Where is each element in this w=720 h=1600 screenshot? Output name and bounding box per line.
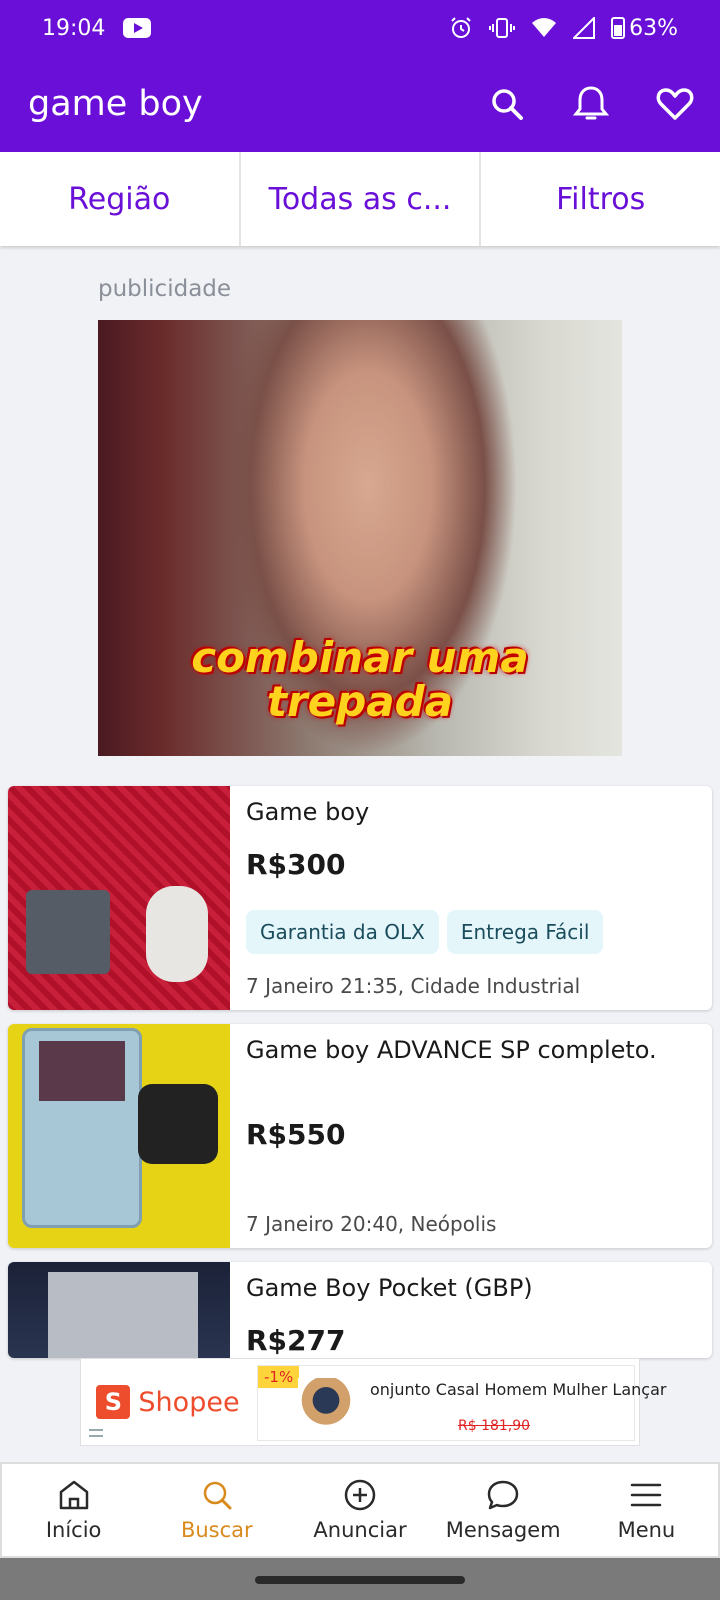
listing-thumbnail xyxy=(8,786,230,1010)
youtube-icon xyxy=(123,18,152,38)
discount-badge: -1% xyxy=(258,1366,300,1388)
nav-menu[interactable]: Menu xyxy=(575,1464,718,1556)
shopee-bag-icon: S xyxy=(96,1385,131,1419)
easy-delivery-badge: Entrega Fácil xyxy=(446,910,604,954)
ad-caption: combinar uma trepada xyxy=(191,633,529,726)
nav-home-label: Início xyxy=(45,1518,102,1542)
region-filter[interactable]: Região xyxy=(0,152,241,246)
nav-menu-label: Menu xyxy=(617,1518,676,1542)
guarantee-badge: Garantia da OLX xyxy=(246,910,439,954)
listing-thumbnail xyxy=(8,1024,230,1248)
listing-thumbnail xyxy=(8,1262,230,1358)
ad-banner-image[interactable]: combinar uma trepada xyxy=(98,320,622,756)
listing-card[interactable]: Game boy ADVANCE SP completo. R$550 7 Ja… xyxy=(8,1024,712,1248)
alarm-icon xyxy=(451,17,471,38)
battery-percent: 63% xyxy=(629,15,678,41)
listing-date-location: 7 Janeiro 21:35, Cidade Industrial xyxy=(246,974,581,998)
nav-search-label: Buscar xyxy=(180,1518,253,1542)
system-gesture-area xyxy=(0,1558,720,1600)
shopee-ad-banner[interactable]: S Shopee -1% onjunto Casal Homem Mulher … xyxy=(80,1358,666,1446)
app-header: 19:04 63% game boy xyxy=(0,0,720,152)
search-icon[interactable] xyxy=(486,83,528,125)
listing-title: Game Boy Pocket (GBP) xyxy=(246,1274,533,1302)
heart-icon[interactable] xyxy=(654,83,696,125)
listing-price: R$277 xyxy=(246,1324,346,1357)
search-query-title[interactable]: game boy xyxy=(28,84,203,124)
product-old-price: R$ 181,90 xyxy=(458,1418,531,1434)
nav-messages-label: Mensagem xyxy=(445,1518,561,1542)
listing-card[interactable]: Game boy R$300 Garantia da OLX Entrega F… xyxy=(8,786,712,1010)
plus-circle-icon xyxy=(344,1479,376,1511)
bottom-navigation: Início Buscar Anunciar Mensagem Menu xyxy=(0,1462,720,1558)
nav-home[interactable]: Início xyxy=(2,1464,145,1556)
nav-post-ad-label: Anunciar xyxy=(313,1518,407,1542)
listing-price: R$550 xyxy=(246,1118,346,1151)
nav-search[interactable]: Buscar xyxy=(145,1464,288,1556)
product-image xyxy=(298,1378,354,1434)
wifi-icon xyxy=(532,18,557,37)
signal-icon xyxy=(573,17,596,39)
filter-bar: Região Todas as c... Filtros xyxy=(0,152,720,246)
category-filter[interactable]: Todas as c... xyxy=(241,152,482,246)
vibrate-icon xyxy=(489,18,516,38)
status-time: 19:04 xyxy=(42,15,106,41)
battery-icon xyxy=(611,17,626,39)
bell-icon[interactable] xyxy=(570,83,612,125)
nav-post-ad[interactable]: Anunciar xyxy=(288,1464,431,1556)
listing-card[interactable]: Game Boy Pocket (GBP) R$277 xyxy=(8,1262,712,1358)
home-icon xyxy=(59,1480,88,1510)
gesture-handle[interactable] xyxy=(255,1576,465,1584)
hamburger-icon xyxy=(631,1483,662,1507)
listing-title: Game boy xyxy=(246,798,370,826)
listing-title: Game boy ADVANCE SP completo. xyxy=(246,1036,657,1064)
chat-icon xyxy=(487,1480,519,1510)
product-name: onjunto Casal Homem Mulher Lançar xyxy=(370,1380,667,1399)
nav-messages[interactable]: Mensagem xyxy=(432,1464,575,1556)
shopee-product[interactable]: -1% onjunto Casal Homem Mulher Lançar R$… xyxy=(257,1365,666,1441)
listing-date-location: 7 Janeiro 20:40, Neópolis xyxy=(246,1212,497,1236)
shopee-logo: S Shopee xyxy=(81,1359,255,1445)
more-filters-button[interactable]: Filtros xyxy=(481,152,720,246)
listing-price: R$300 xyxy=(246,848,346,881)
ad-label: publicidade xyxy=(98,276,232,302)
ad-info-icon[interactable] xyxy=(89,1429,103,1437)
status-bar: 19:04 63% xyxy=(0,0,720,56)
search-icon xyxy=(203,1481,232,1510)
